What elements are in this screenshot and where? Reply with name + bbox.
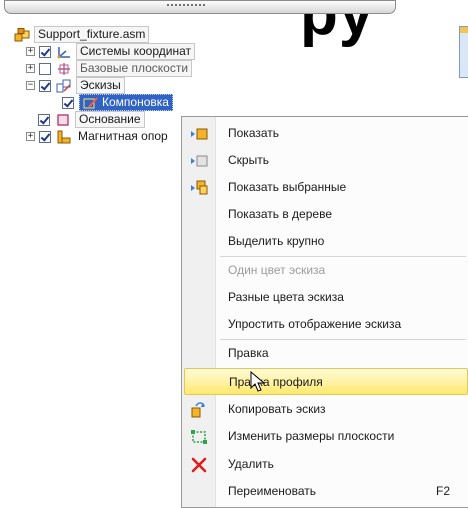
tree-item-text: Компоновка [102,95,169,109]
tree-item-label: Support_fixture.asm [34,26,150,43]
copy-sketch-icon [190,402,208,418]
resize-plane-icon [190,429,208,445]
layout-sketch-icon [83,96,99,110]
panel-header-stripe [460,27,468,33]
menu-item-label: Разные цвета эскиза [228,290,344,304]
splitter-handle[interactable] [4,0,396,14]
menu-item-rename[interactable]: Переименовать F2 [184,478,468,505]
menu-item-delete[interactable]: Удалить [184,451,468,478]
tree-item-sketches[interactable]: − Эскизы [26,77,125,94]
menu-item-multi-color[interactable]: Разные цвета эскиза [184,284,468,311]
visibility-checkbox[interactable] [39,79,51,92]
tree-item-base-planes[interactable]: + Базовые плоскости [26,60,193,77]
tree-item-label: Эскизы [76,77,125,94]
menu-item-show-in-tree[interactable]: Показать в дереве [184,201,468,228]
visibility-checkbox[interactable] [39,130,51,143]
hide-icon [190,153,208,169]
menu-item-hide[interactable]: Скрыть [184,147,468,174]
menu-item-label: Удалить [228,457,274,471]
expand-icon[interactable]: + [26,47,35,56]
menu-item-edit-profile[interactable]: Правка профиля [184,368,468,395]
mouse-cursor-icon [250,371,266,392]
menu-item-single-color: Один цвет эскиза [184,257,468,284]
menu-item-label: Переименовать [228,484,316,498]
menu-item-label: Один цвет эскиза [228,263,326,277]
menu-item-label: Выделить крупно [228,234,325,248]
tree-item-coordinate-systems[interactable]: + Системы координат [26,43,195,60]
expand-icon[interactable]: + [26,64,35,73]
collapse-icon[interactable]: − [26,81,35,90]
visibility-checkbox[interactable] [62,96,74,109]
visibility-checkbox[interactable] [39,45,51,58]
tree-item-label: Системы координат [76,43,195,60]
part-icon [55,113,71,127]
subassembly-icon [56,130,72,144]
menu-item-label: Изменить размеры плоскости [228,429,395,443]
tree-item-label: Магнитная опор [78,129,168,143]
coordinate-systems-icon [56,45,72,59]
menu-item-label: Скрыть [228,153,269,167]
menu-item-label: Правка [228,346,269,360]
menu-item-simplify-display[interactable]: Упростить отображение эскиза [184,311,468,338]
sketches-icon [56,79,72,93]
tree-item-label: Основание [75,111,145,128]
menu-item-zoom-select[interactable]: Выделить крупно [184,228,468,255]
menu-item-label: Показать в дереве [228,207,332,221]
grip-icon [167,4,207,6]
delete-icon [190,457,208,473]
assembly-icon [14,27,30,42]
menu-item-label: Правка профиля [229,375,323,389]
menu-item-label: Упростить отображение эскиза [228,317,402,331]
tree-item-base-part[interactable]: Основание [38,111,145,128]
tree-item-label: Базовые плоскости [76,60,193,77]
menu-item-edit[interactable]: Правка [184,340,468,367]
menu-item-label: Копировать эскиз [228,402,326,416]
visibility-checkbox[interactable] [38,113,50,126]
context-menu: Показать Скрыть Показать выбранные Показ… [181,116,468,508]
tree-item-layout[interactable]: Компоновка [62,94,173,111]
tree-item-magnetic-support[interactable]: + Магнитная опор [26,128,170,145]
menu-item-show-selected[interactable]: Показать выбранные [184,174,468,201]
show-selected-icon [190,180,208,196]
base-planes-icon [56,62,72,76]
show-icon [190,126,208,142]
tree-item-label-selected: Компоновка [79,94,173,111]
menu-item-label: Показать выбранные [228,180,347,194]
side-panel-edge [459,26,468,78]
menu-item-show[interactable]: Показать [184,120,468,147]
menu-item-shortcut: F2 [435,484,450,498]
expand-icon[interactable]: + [26,132,35,141]
visibility-checkbox[interactable] [39,62,51,75]
tree-item-assembly[interactable]: Support_fixture.asm [14,26,150,43]
menu-item-label: Показать [228,126,280,140]
menu-item-resize-plane[interactable]: Изменить размеры плоскости [184,423,468,450]
menu-item-copy-sketch[interactable]: Копировать эскиз [184,396,468,423]
